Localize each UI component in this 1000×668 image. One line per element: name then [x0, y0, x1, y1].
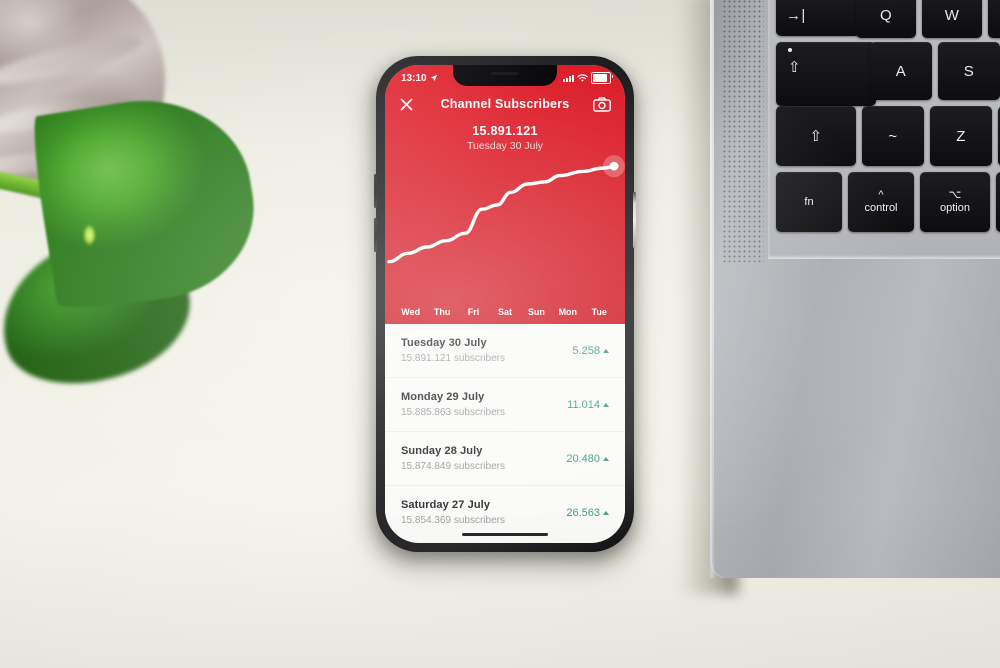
status-bar-time: 13:10: [401, 72, 427, 84]
status-bar-left: 13:10: [401, 73, 438, 84]
camera-icon[interactable]: [593, 96, 611, 112]
close-x-icon[interactable]: [399, 97, 414, 112]
location-arrow-icon: [430, 74, 437, 82]
battery-icon: [591, 72, 613, 84]
wifi-icon: [577, 73, 588, 82]
desk-scene: →| Q W ⇧ A S ⇧: [0, 0, 1000, 668]
status-bar-right: [563, 72, 613, 84]
cellular-signal-icon: [563, 74, 574, 82]
status-bar: 13:10: [385, 65, 625, 89]
scene-vignette: [0, 0, 1000, 668]
